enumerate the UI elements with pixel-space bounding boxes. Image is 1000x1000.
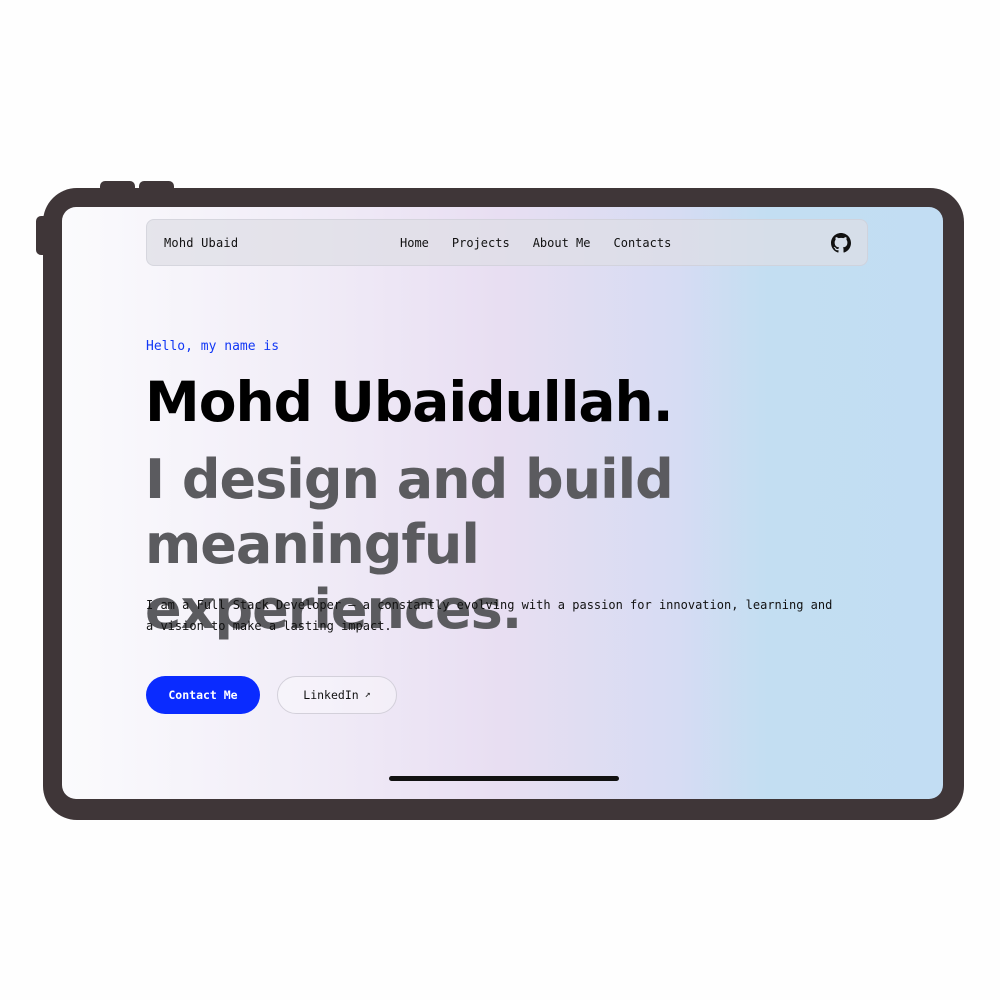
github-icon[interactable]: [831, 233, 851, 253]
home-indicator: [389, 776, 619, 781]
brand-logo[interactable]: Mohd Ubaid: [164, 236, 238, 250]
nav-links: Home Projects About Me Contacts: [400, 236, 694, 250]
greeting-text: Hello, my name is: [146, 339, 280, 354]
hero-name: Mohd Ubaidullah.: [145, 370, 674, 434]
tablet-screen: Mohd Ubaid Home Projects About Me Contac…: [62, 207, 943, 799]
nav-link-about[interactable]: About Me: [533, 236, 591, 250]
nav-link-contacts[interactable]: Contacts: [614, 236, 672, 250]
nav-link-projects[interactable]: Projects: [452, 236, 510, 250]
linkedin-button[interactable]: LinkedIn ↗: [277, 676, 397, 714]
nav-link-home[interactable]: Home: [400, 236, 429, 250]
hero-bio: I am a Full Stack Developer — a constant…: [146, 598, 833, 633]
arrow-up-right-icon: ↗: [364, 689, 371, 700]
contact-me-button[interactable]: Contact Me: [146, 676, 260, 714]
stage: Mohd Ubaid Home Projects About Me Contac…: [0, 0, 1000, 1000]
linkedin-button-label: LinkedIn: [303, 688, 359, 702]
navbar: Mohd Ubaid Home Projects About Me Contac…: [146, 219, 868, 266]
